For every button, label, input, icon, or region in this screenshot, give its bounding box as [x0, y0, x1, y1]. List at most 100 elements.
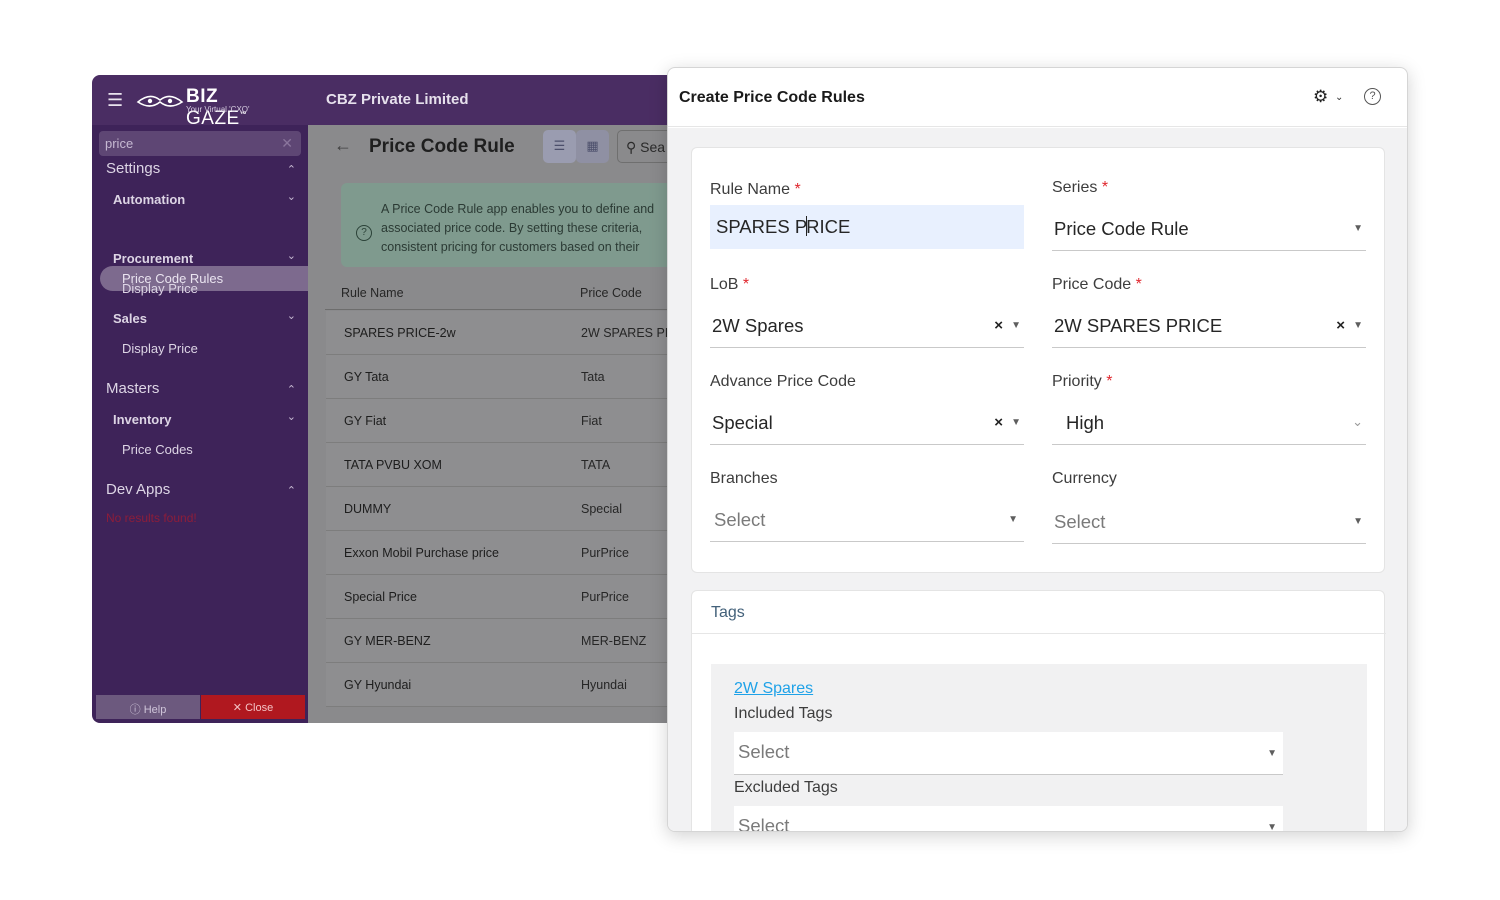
lob-label: LoB *	[710, 276, 749, 294]
banner-text: A Price Code Rule app enables you to def…	[381, 200, 692, 257]
series-field: Series * Price Code Rule ▼	[1052, 179, 1366, 269]
close-label: Close	[245, 702, 274, 714]
priority-label: Priority *	[1052, 373, 1112, 391]
dropdown-arrow-icon[interactable]: ▼	[1267, 822, 1277, 831]
series-select[interactable]: Price Code Rule ▼	[1052, 207, 1366, 251]
no-results-message: No results found!	[106, 511, 197, 525]
clear-search-icon[interactable]: ✕	[281, 135, 293, 152]
item-label: Display Price	[122, 341, 198, 356]
chevron-up-icon: ⌃	[286, 164, 296, 176]
dropdown-arrow-icon[interactable]: ▼	[1353, 223, 1363, 234]
rule-name-label: Rule Name *	[710, 181, 801, 199]
header-divider	[325, 309, 692, 310]
rule-name-value: SPARES PRICE	[716, 216, 850, 238]
price-code-cell: 2W SPARES PR	[581, 326, 674, 340]
arrow-left-icon[interactable]: ←	[334, 135, 352, 156]
branches-placeholder: Select	[714, 509, 766, 530]
create-price-code-rules-modal: Create Price Code Rules ⚙ ⌄ ? Rule Name …	[667, 67, 1408, 832]
table-row[interactable]: GY Fiat Fiat	[326, 399, 692, 443]
price-code-cell: TATA	[581, 458, 611, 472]
dropdown-arrow-icon[interactable]: ▼	[1353, 516, 1363, 527]
lob-select[interactable]: 2W Spares × ▼	[710, 304, 1024, 348]
label-text: Rule Name	[710, 181, 791, 198]
close-button[interactable]: ✕ Close	[201, 695, 305, 719]
table-row[interactable]: GY Hyundai Hyundai	[326, 663, 692, 707]
branches-select[interactable]: Select ▼	[710, 498, 1024, 542]
value-text: RICE	[806, 216, 851, 237]
menu-icon[interactable]: ☰	[107, 90, 123, 110]
excluded-tags-select[interactable]: Select ▼	[734, 806, 1283, 831]
label-text: Price Code	[1052, 276, 1132, 293]
chevron-down-icon[interactable]: ⌄	[1352, 414, 1363, 430]
clear-icon[interactable]: ×	[994, 317, 1003, 334]
priority-select[interactable]: High ⌄	[1052, 401, 1366, 445]
chevron-down-icon[interactable]: ⌄	[1335, 92, 1343, 103]
price-code-cell: Fiat	[581, 414, 602, 428]
info-banner: ? A Price Code Rule app enables you to d…	[341, 183, 692, 267]
rule-name-input[interactable]: SPARES PRICE	[710, 205, 1024, 249]
price-code-cell: PurPrice	[581, 546, 629, 560]
series-label: Series *	[1052, 179, 1108, 197]
required-mark: *	[742, 276, 750, 293]
tag-group-link[interactable]: 2W Spares	[734, 680, 813, 698]
rule-name-field: Rule Name * SPARES PRICE	[710, 181, 1024, 271]
dropdown-arrow-icon[interactable]: ▼	[1011, 320, 1021, 331]
search-icon: ⚲	[626, 139, 637, 155]
item-label: Procurement	[113, 251, 194, 266]
clear-icon[interactable]: ×	[1336, 317, 1345, 334]
included-tags-label: Included Tags	[734, 705, 833, 722]
app-logo: BIZ GAZE™ Your Virtual 'CXO'	[136, 86, 266, 129]
advance-price-code-value: Special	[712, 412, 773, 433]
section-label: Settings	[106, 160, 161, 177]
table-row[interactable]: DUMMY Special	[326, 487, 692, 531]
rule-name-cell: Exxon Mobil Purchase price	[344, 546, 499, 560]
table-row[interactable]: Exxon Mobil Purchase price PurPrice	[326, 531, 692, 575]
tags-card: Tags 2W Spares Included Tags Select ▼ Ex…	[691, 590, 1386, 831]
modal-header: Create Price Code Rules ⚙ ⌄ ?	[668, 68, 1407, 127]
required-mark: *	[1135, 276, 1142, 293]
grid-view-icon[interactable]: ▦	[576, 130, 609, 163]
column-header-price-code[interactable]: Price Code	[580, 286, 642, 300]
included-tags-placeholder: Select	[738, 741, 790, 762]
dropdown-arrow-icon[interactable]: ▼	[1267, 748, 1277, 759]
list-view-icon[interactable]: ☰	[543, 130, 576, 163]
excluded-tags-label: Excluded Tags	[734, 779, 838, 796]
clear-icon[interactable]: ×	[994, 414, 1003, 431]
chevron-down-icon: ⌄	[286, 310, 296, 322]
table-row[interactable]: TATA PVBU XOM TATA	[326, 443, 692, 487]
tags-divider	[692, 633, 1386, 634]
column-header-rule-name[interactable]: Rule Name	[341, 286, 404, 300]
currency-label: Currency	[1052, 470, 1117, 487]
modal-title: Create Price Code Rules	[679, 89, 865, 106]
table-row[interactable]: GY MER-BENZ MER-BENZ	[326, 619, 692, 663]
dropdown-arrow-icon[interactable]: ▼	[1008, 514, 1018, 525]
table-row[interactable]: Special Price PurPrice	[326, 575, 692, 619]
table-row[interactable]: GY Tata Tata	[326, 355, 692, 399]
table-row[interactable]: SPARES PRICE-2w 2W SPARES PR	[326, 311, 692, 355]
label-text: LoB	[710, 276, 739, 293]
required-mark: *	[1101, 179, 1109, 196]
company-name[interactable]: CBZ Private Limited	[326, 91, 469, 108]
price-code-select[interactable]: 2W SPARES PRICE × ▼	[1052, 304, 1366, 348]
page-title: Price Code Rule	[369, 136, 515, 157]
dropdown-arrow-icon[interactable]: ▼	[1353, 320, 1363, 331]
price-code-cell: Hyundai	[581, 678, 627, 692]
brand-tagline: Your Virtual 'CXO'	[186, 105, 250, 114]
label-text: Series	[1052, 179, 1098, 196]
help-icon[interactable]: ?	[1364, 88, 1381, 105]
chevron-up-icon: ⌃	[286, 485, 296, 497]
price-code-cell: Special	[581, 502, 622, 516]
price-code-value: 2W SPARES PRICE	[1054, 315, 1223, 336]
advance-price-code-field: Advance Price Code Special × ▼	[710, 373, 1024, 463]
currency-select[interactable]: Select ▼	[1052, 500, 1366, 544]
rule-name-cell: TATA PVBU XOM	[344, 458, 442, 472]
currency-placeholder: Select	[1054, 511, 1106, 532]
help-button[interactable]: ⓘ Help	[96, 695, 200, 719]
included-tags-select[interactable]: Select ▼	[734, 732, 1283, 775]
rule-form-card: Rule Name * SPARES PRICE Series * Price …	[691, 147, 1385, 573]
required-mark: *	[1106, 373, 1113, 390]
gear-icon[interactable]: ⚙	[1313, 87, 1328, 107]
sidebar-search-input[interactable]: price ✕	[99, 131, 301, 156]
dropdown-arrow-icon[interactable]: ▼	[1011, 417, 1021, 428]
advance-price-code-select[interactable]: Special × ▼	[710, 401, 1024, 445]
